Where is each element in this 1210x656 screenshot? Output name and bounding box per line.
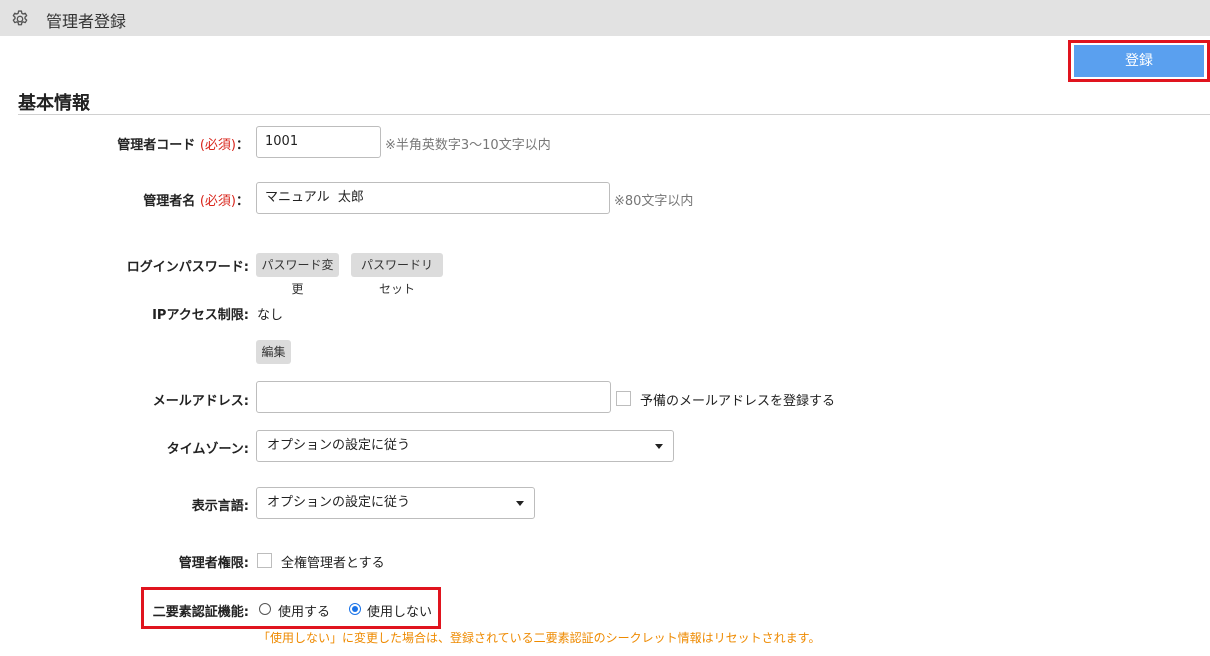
twofa-nouse-label[interactable]: 使用しない <box>367 601 432 620</box>
password-change-button[interactable]: パスワード変更 <box>256 253 339 296</box>
email-input[interactable] <box>256 381 611 413</box>
ip-edit-button[interactable]: 編集 <box>256 340 291 364</box>
admin-code-input[interactable]: 1001 <box>256 126 381 158</box>
full-admin-checkbox[interactable] <box>257 553 272 568</box>
admin-name-input[interactable]: マニュアル 太郎 <box>256 182 610 214</box>
required-mark: (必須) <box>199 138 236 153</box>
required-mark: (必須) <box>199 194 236 209</box>
permission-label: 管理者権限: <box>178 556 249 571</box>
backup-email-label[interactable]: 予備のメールアドレスを登録する <box>640 390 835 409</box>
ip-restriction-value: なし <box>257 308 284 323</box>
chevron-down-icon <box>516 501 524 506</box>
section-divider <box>18 114 1210 115</box>
twofa-warning: 「使用しない」に変更した場合は、登録されている二要素認証のシークレット情報はリセ… <box>258 631 821 645</box>
admin-name-label-text: 管理者名 <box>143 194 196 209</box>
admin-code-hint: ※半角英数字3～10文字以内 <box>385 138 551 153</box>
ip-restriction-label: IPアクセス制限: <box>152 308 249 323</box>
section-title: 基本情報 <box>18 93 90 114</box>
timezone-selected: オプションの設定に従う <box>267 438 411 453</box>
label-colon: ： <box>235 194 249 209</box>
twofa-label: 二要素認証機能: <box>152 605 249 620</box>
full-admin-label[interactable]: 全権管理者とする <box>281 552 385 571</box>
page-title: 管理者登録 <box>46 12 127 31</box>
admin-code-label: 管理者コード (必須)： <box>117 134 249 153</box>
language-label: 表示言語: <box>191 499 249 514</box>
gear-icon <box>12 10 28 26</box>
admin-code-label-text: 管理者コード <box>117 138 196 153</box>
register-button[interactable]: 登録 <box>1074 45 1204 77</box>
label-colon: ： <box>235 138 249 153</box>
admin-name-hint: ※80文字以内 <box>614 194 694 209</box>
password-reset-button[interactable]: パスワードリセット <box>351 253 443 296</box>
chevron-down-icon <box>655 444 663 449</box>
admin-name-label: 管理者名 (必須)： <box>143 190 249 209</box>
email-label: メールアドレス: <box>152 394 249 409</box>
language-selected: オプションの設定に従う <box>267 495 411 510</box>
twofa-nouse-radio[interactable] <box>349 603 361 615</box>
login-password-label: ログインパスワード: <box>126 260 249 275</box>
backup-email-checkbox[interactable] <box>616 391 631 406</box>
twofa-use-label[interactable]: 使用する <box>278 601 330 620</box>
title-bar: 管理者登録 <box>0 0 1210 36</box>
timezone-label: タイムゾーン: <box>166 442 249 457</box>
language-select[interactable]: オプションの設定に従う <box>256 487 535 519</box>
timezone-select[interactable]: オプションの設定に従う <box>256 430 674 462</box>
twofa-use-radio[interactable] <box>259 603 271 615</box>
